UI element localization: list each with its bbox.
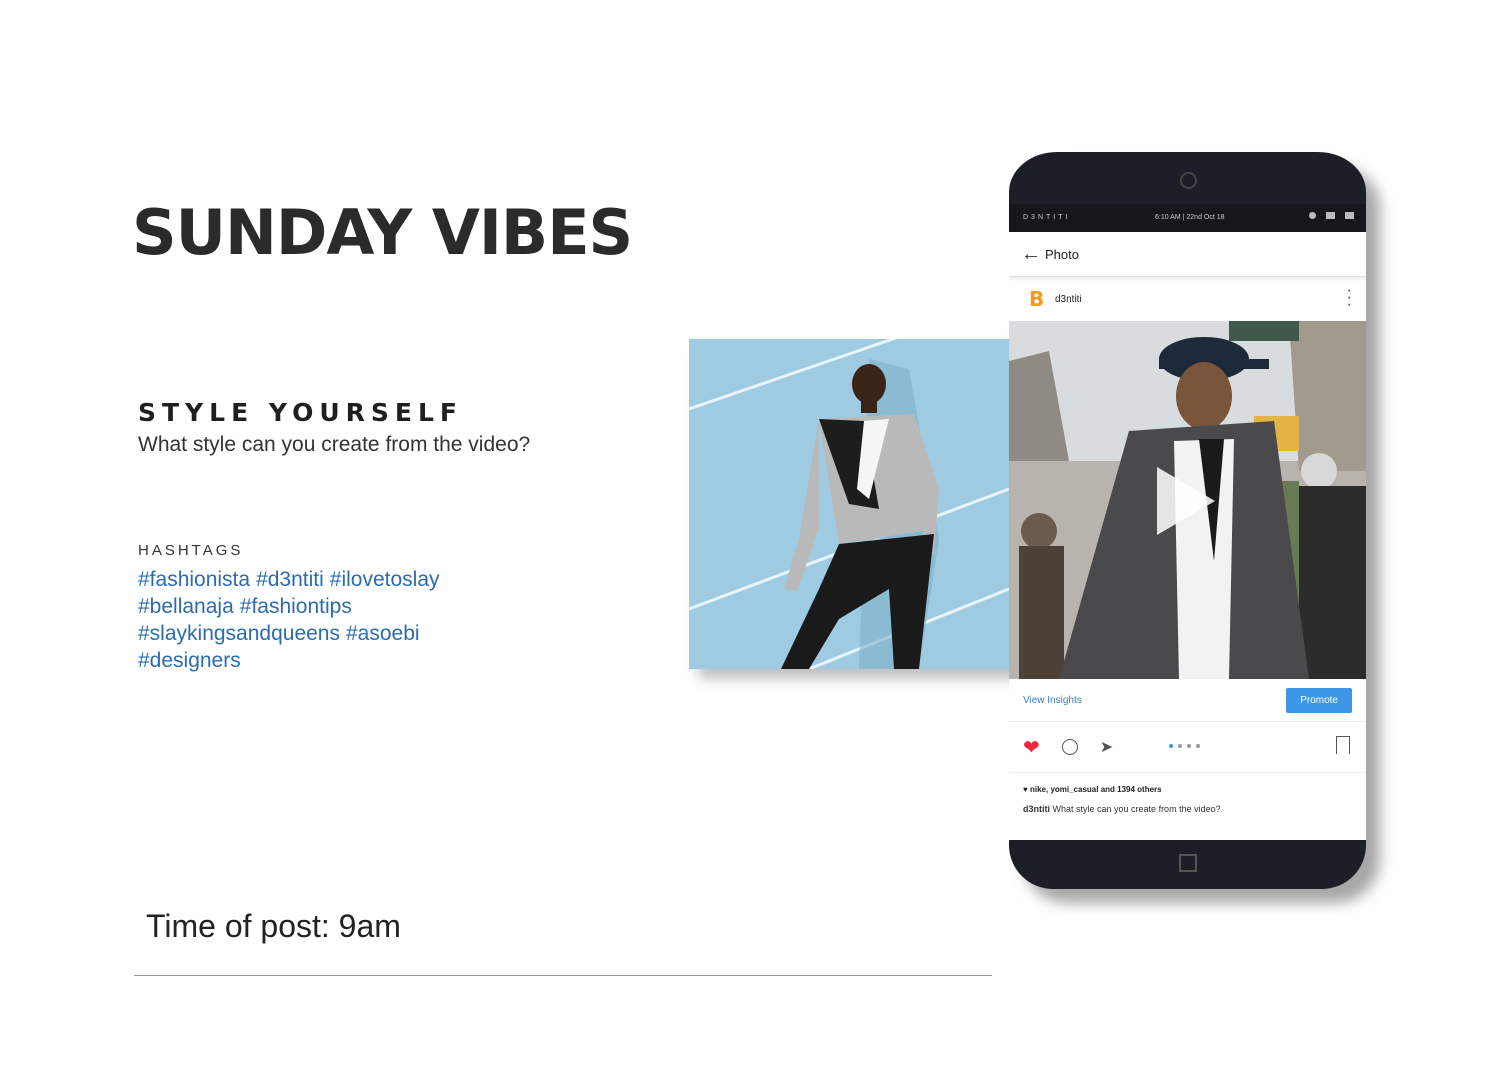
- alarm-icon: [1309, 212, 1316, 219]
- promote-button[interactable]: Promote: [1286, 687, 1352, 713]
- hashtag[interactable]: #designers: [138, 647, 241, 674]
- signal-icon: [1326, 212, 1335, 219]
- post-actions: ❤ ➤: [1009, 722, 1366, 773]
- comment-icon[interactable]: [1061, 739, 1078, 755]
- status-brand: D3NTITI: [1023, 214, 1071, 221]
- hashtag[interactable]: #ilovetoslay: [330, 566, 440, 593]
- time-of-post: Time of post: 9am: [146, 908, 401, 944]
- carousel-dot: [1187, 744, 1191, 748]
- bookmark-icon[interactable]: [1336, 736, 1350, 754]
- caption-text: What style can you create from the video…: [1052, 804, 1221, 814]
- fashion-photo-illustration: [689, 339, 1009, 669]
- hashtag[interactable]: #fashionista: [138, 566, 250, 593]
- app-bar-title: Photo: [1045, 246, 1079, 262]
- divider: [134, 975, 992, 976]
- hashtag[interactable]: #slaykingsandqueens: [138, 620, 340, 647]
- send-icon[interactable]: ➤: [1100, 737, 1113, 757]
- status-icons: [1309, 212, 1354, 219]
- likes-label: nike, yomi_casual and 1394 others: [1029, 785, 1162, 794]
- status-time: 6:10 AM | 22nd Oct 18: [1155, 214, 1225, 221]
- heart-icon[interactable]: ❤: [1023, 735, 1040, 760]
- post-header: B d3ntiti · · ·: [1009, 277, 1366, 321]
- hashtag[interactable]: #d3ntiti: [256, 566, 324, 593]
- hashtag[interactable]: #asoebi: [346, 620, 420, 647]
- likes-text: ♥ nike, yomi_casual and 1394 others: [1023, 785, 1162, 794]
- hashtag[interactable]: #fashiontips: [240, 593, 352, 620]
- insights-row: View Insights Promote: [1009, 679, 1366, 722]
- back-arrow-icon[interactable]: ←: [1021, 243, 1041, 266]
- phone-mockup: D3NTITI 6:10 AM | 22nd Oct 18 ← Photo B …: [1009, 152, 1366, 889]
- section-subtitle: STYLE YOURSELF: [138, 398, 463, 427]
- phone-screen: D3NTITI 6:10 AM | 22nd Oct 18 ← Photo B …: [1009, 204, 1366, 840]
- caption-username[interactable]: d3ntiti: [1023, 804, 1050, 814]
- status-bar: D3NTITI 6:10 AM | 22nd Oct 18: [1009, 204, 1366, 232]
- post-video[interactable]: [1009, 321, 1366, 679]
- carousel-dot: [1196, 744, 1200, 748]
- battery-icon: [1345, 212, 1354, 219]
- hashtag[interactable]: #bellanaja: [138, 593, 234, 620]
- carousel-dot: [1169, 744, 1173, 748]
- carousel-dot: [1178, 744, 1182, 748]
- page-title: SUNDAY VIBES: [132, 196, 633, 269]
- post-caption: d3ntiti What style can you create from t…: [1023, 804, 1366, 814]
- hashtags-label: HASHTAGS: [138, 542, 244, 559]
- brand-logo-icon[interactable]: B: [1029, 289, 1045, 309]
- home-button-icon[interactable]: [1179, 854, 1197, 872]
- more-options-icon[interactable]: · · ·: [1347, 283, 1352, 313]
- fashion-photo: [689, 339, 1009, 669]
- carousel-dots: [1169, 744, 1200, 748]
- post-username[interactable]: d3ntiti: [1055, 294, 1082, 305]
- view-insights-link[interactable]: View Insights: [1023, 695, 1082, 706]
- app-bar: ← Photo: [1009, 232, 1366, 277]
- camera-icon: [1180, 172, 1197, 189]
- post-question: What style can you create from the video…: [138, 433, 531, 456]
- hashtags-list: #fashionista #d3ntiti #ilovetoslay #bellan…: [138, 566, 518, 674]
- play-icon[interactable]: [1157, 467, 1215, 535]
